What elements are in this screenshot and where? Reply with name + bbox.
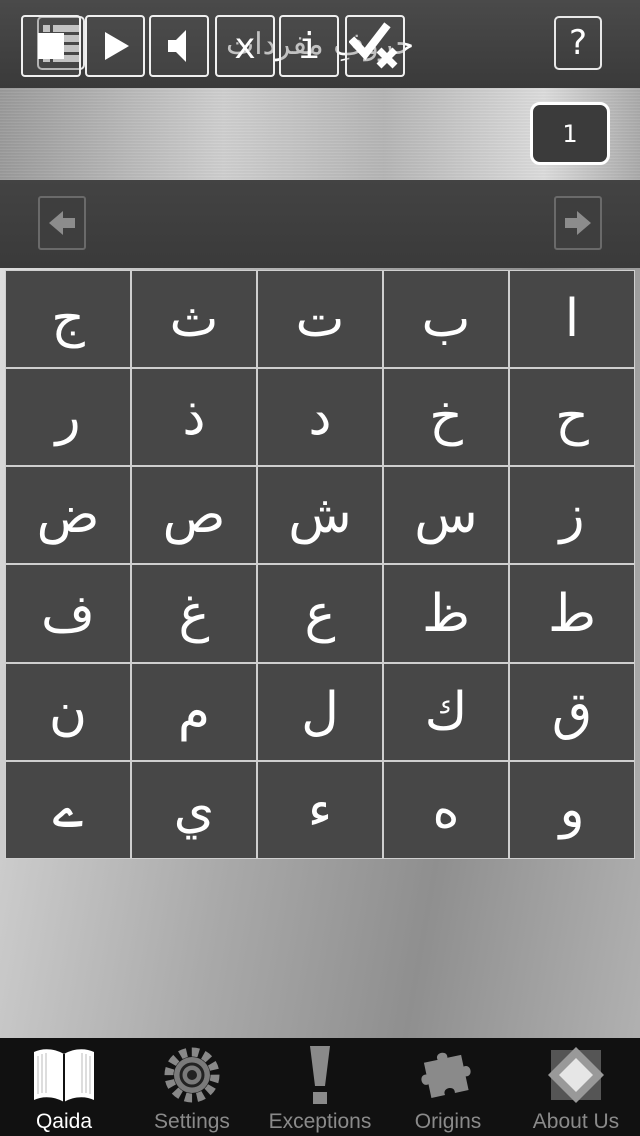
letter-cell[interactable]: ش xyxy=(258,467,382,564)
play-button[interactable] xyxy=(85,15,145,77)
letter-cell[interactable]: ط xyxy=(510,565,634,662)
letter-cell[interactable]: ف xyxy=(6,565,130,662)
book-icon xyxy=(34,1049,94,1102)
letter-cell[interactable]: س xyxy=(384,467,508,564)
check-button[interactable] xyxy=(345,15,405,77)
letter-cell[interactable]: ك xyxy=(384,663,508,760)
help-button[interactable]: ? xyxy=(554,16,602,70)
exclamation-icon xyxy=(310,1046,330,1104)
check-cross-icon xyxy=(349,22,398,69)
next-button[interactable] xyxy=(554,196,602,250)
letter-cell[interactable]: ے xyxy=(6,761,130,858)
letter-cell[interactable]: م xyxy=(132,663,256,760)
letter-cell[interactable]: ب xyxy=(384,271,508,368)
play-icon xyxy=(105,32,129,60)
page-number-box[interactable]: 1 xyxy=(530,102,610,165)
tab-settings[interactable]: Settings xyxy=(128,1038,256,1136)
close-button[interactable]: x xyxy=(215,15,275,77)
letter-cell[interactable]: ي xyxy=(132,761,256,858)
tab-label-exceptions: Exceptions xyxy=(268,1110,372,1133)
letter-cell[interactable]: ه xyxy=(384,761,508,858)
tab-label-about-us: About Us xyxy=(532,1110,620,1133)
letter-cell[interactable]: خ xyxy=(384,369,508,466)
tab-label-qaida: Qaida xyxy=(35,1110,93,1133)
puzzle-icon xyxy=(421,1052,471,1098)
sound-button[interactable] xyxy=(149,15,209,77)
letter-cell[interactable]: ت xyxy=(258,271,382,368)
close-label: x xyxy=(234,25,256,67)
tab-origins[interactable]: Origins xyxy=(384,1038,512,1136)
letter-cell[interactable]: ا xyxy=(510,271,634,368)
gear-icon xyxy=(164,1047,220,1103)
letter-cell[interactable]: ق xyxy=(510,663,634,760)
tab-about-us[interactable]: About Us xyxy=(512,1038,640,1136)
info-label: i xyxy=(298,25,320,67)
tab-exceptions[interactable]: Exceptions xyxy=(256,1038,384,1136)
tab-label-origins: Origins xyxy=(414,1110,482,1133)
letter-cell[interactable]: ع xyxy=(258,565,382,662)
tab-bar: Qaida Settings Exceptions Origins About … xyxy=(0,1038,640,1136)
letter-cell[interactable]: ر xyxy=(6,369,130,466)
letter-cell[interactable]: ج xyxy=(6,271,130,368)
tab-label-settings: Settings xyxy=(154,1110,230,1133)
letter-cell[interactable]: ذ xyxy=(132,369,256,466)
tab-qaida[interactable]: Qaida xyxy=(0,1038,128,1136)
stop-icon xyxy=(38,33,64,59)
navigation-bar xyxy=(0,180,640,268)
letter-cell[interactable]: ن xyxy=(6,663,130,760)
letter-cell[interactable]: ز xyxy=(510,467,634,564)
info-button[interactable]: i xyxy=(279,15,339,77)
arrow-right-icon xyxy=(565,211,591,235)
stop-button[interactable] xyxy=(21,15,81,77)
previous-button[interactable] xyxy=(38,196,86,250)
speaker-icon xyxy=(168,30,186,62)
letter-cell[interactable]: ء xyxy=(258,761,382,858)
letter-cell[interactable]: غ xyxy=(132,565,256,662)
letters-grid: جثتبا رذدخح ضصشسز فغعظط نملكق ےيءهو xyxy=(5,270,635,859)
letter-cell[interactable]: ض xyxy=(6,467,130,564)
letter-cell[interactable]: ظ xyxy=(384,565,508,662)
letter-cell[interactable]: د xyxy=(258,369,382,466)
diamond-icon xyxy=(548,1047,604,1103)
letter-cell[interactable]: و xyxy=(510,761,634,858)
letter-cell[interactable]: ث xyxy=(132,271,256,368)
letter-cell[interactable]: ص xyxy=(132,467,256,564)
arrow-left-icon xyxy=(49,211,75,235)
letter-cell[interactable]: ل xyxy=(258,663,382,760)
letter-cell[interactable]: ح xyxy=(510,369,634,466)
